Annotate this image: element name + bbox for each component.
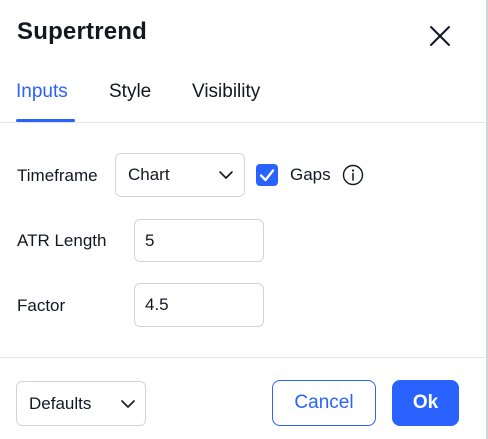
ok-button[interactable]: Ok	[392, 380, 459, 426]
timeframe-label: Timeframe	[17, 166, 98, 185]
tab-visibility[interactable]: Visibility	[192, 81, 260, 103]
tab-inputs[interactable]: Inputs	[16, 81, 68, 103]
tab-divider	[0, 122, 486, 123]
close-button[interactable]	[424, 20, 456, 52]
chevron-down-icon	[219, 171, 233, 179]
supertrend-settings-dialog: Supertrend Inputs Style Visibility Timef…	[0, 0, 488, 439]
checkmark-icon	[259, 169, 275, 182]
defaults-dropdown[interactable]: Defaults	[16, 381, 146, 426]
atr-length-input[interactable]	[134, 219, 264, 262]
chevron-down-icon	[121, 399, 135, 408]
timeframe-select[interactable]: Chart	[115, 153, 245, 197]
defaults-label: Defaults	[29, 393, 92, 413]
cancel-button[interactable]: Cancel	[272, 380, 376, 426]
gaps-checkbox[interactable]	[256, 164, 278, 186]
gaps-label: Gaps	[290, 165, 331, 184]
footer-divider	[0, 357, 486, 358]
info-icon[interactable]	[342, 164, 364, 186]
timeframe-selected-value: Chart	[128, 165, 170, 184]
factor-label: Factor	[17, 296, 66, 315]
factor-input[interactable]	[134, 283, 264, 327]
close-icon	[430, 26, 450, 46]
tab-style[interactable]: Style	[109, 81, 151, 103]
tab-bar: Inputs Style Visibility	[0, 72, 486, 122]
dialog-title: Supertrend	[17, 18, 148, 45]
atr-length-label: ATR Length	[17, 231, 107, 250]
